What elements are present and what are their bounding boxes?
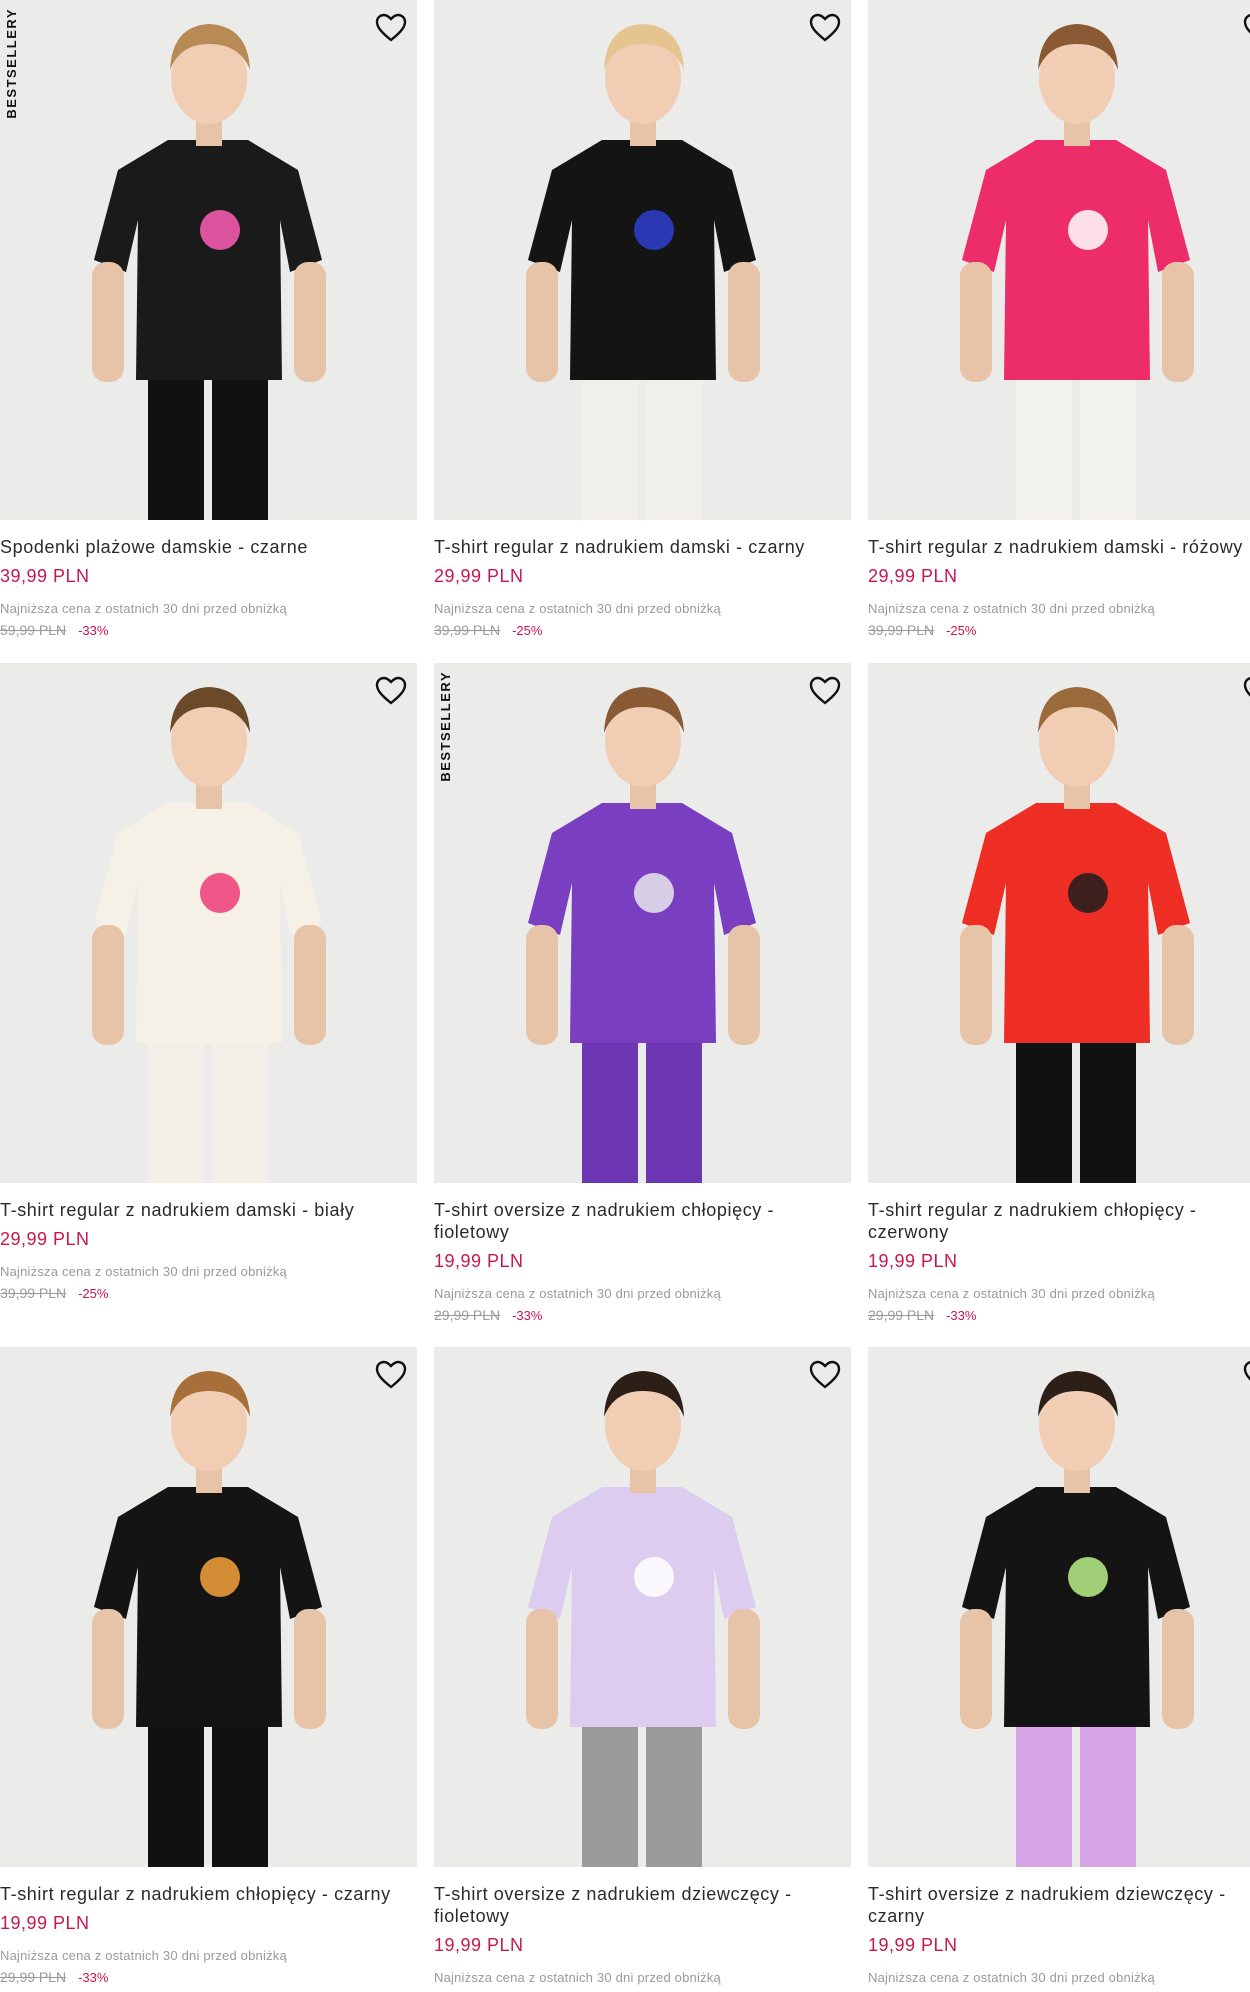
discount-badge: -33% [946,1308,977,1323]
product-photo[interactable] [868,1347,1250,1867]
lowest-price-note: Najniższa cena z ostatnich 30 dni przed … [868,1286,1155,1301]
lowest-price-note: Najniższa cena z ostatnich 30 dni przed … [0,1264,287,1279]
product-title[interactable]: T-shirt regular z nadrukiem damski - cza… [434,536,844,558]
product-title[interactable]: T-shirt regular z nadrukiem damski - bia… [0,1199,410,1221]
lowest-price-note: Najniższa cena z ostatnich 30 dni przed … [868,601,1155,616]
product-card[interactable]: T-shirt oversize z nadrukiem dziewczęcy … [434,1347,851,1985]
product-price: 19,99 PLN [868,1935,958,1955]
product-photo[interactable] [434,0,851,520]
product-price: 19,99 PLN [868,1251,958,1271]
old-price-row: 29,99 PLN -33% [868,1307,1250,1323]
product-image[interactable] [868,1347,1250,1867]
product-image[interactable] [434,1347,851,1867]
product-price: 19,99 PLN [434,1251,524,1271]
lowest-price-note: Najniższa cena z ostatnich 30 dni przed … [434,601,721,616]
lowest-price-note: Najniższa cena z ostatnich 30 dni przed … [868,1970,1155,1985]
product-card[interactable]: T-shirt regular z nadrukiem damski - róż… [868,0,1250,638]
product-title[interactable]: T-shirt oversize z nadrukiem chłopięcy -… [434,1199,844,1243]
old-price: 39,99 PLN [434,622,501,638]
old-price-row: 39,99 PLN -25% [434,622,851,638]
product-card[interactable]: BESTSELLERY T-shirt oversize z nadrukiem… [434,663,851,1323]
old-price: 29,99 PLN [434,1307,501,1323]
product-title[interactable]: T-shirt regular z nadrukiem damski - róż… [868,536,1250,558]
product-price: 19,99 PLN [434,1935,524,1955]
old-price: 39,99 PLN [868,622,935,638]
product-card[interactable]: T-shirt regular z nadrukiem chłopięcy - … [0,1347,417,1985]
product-price: 29,99 PLN [0,1229,90,1249]
product-card[interactable]: T-shirt regular z nadrukiem chłopięcy - … [868,663,1250,1323]
product-price: 19,99 PLN [0,1913,90,1933]
product-card[interactable]: T-shirt regular z nadrukiem damski - cza… [434,0,851,638]
product-photo[interactable] [434,663,851,1183]
wishlist-heart-icon[interactable] [1241,10,1250,46]
old-price: 29,99 PLN [868,1307,935,1323]
product-price: 39,99 PLN [0,566,90,586]
discount-badge: -25% [78,1286,109,1301]
product-photo[interactable] [0,663,417,1183]
wishlist-heart-icon[interactable] [373,673,409,709]
old-price: 29,99 PLN [0,1969,67,1985]
product-photo[interactable] [868,0,1250,520]
product-image[interactable] [0,663,417,1183]
product-image[interactable]: BESTSELLERY [0,0,417,520]
wishlist-heart-icon[interactable] [373,1357,409,1393]
product-photo[interactable] [868,663,1250,1183]
discount-badge: -33% [78,623,109,638]
product-card[interactable]: T-shirt regular z nadrukiem damski - bia… [0,663,417,1301]
product-card[interactable]: BESTSELLERY Spodenki plażowe damskie - c… [0,0,417,638]
product-title[interactable]: T-shirt oversize z nadrukiem dziewczęcy … [434,1883,844,1927]
lowest-price-note: Najniższa cena z ostatnich 30 dni przed … [434,1286,721,1301]
bestseller-badge: BESTSELLERY [4,8,19,119]
product-image[interactable] [434,0,851,520]
old-price-row: 39,99 PLN -25% [0,1285,417,1301]
bestseller-badge: BESTSELLERY [438,671,453,782]
wishlist-heart-icon[interactable] [807,673,843,709]
product-price: 29,99 PLN [434,566,524,586]
product-title[interactable]: T-shirt regular z nadrukiem chłopięcy - … [868,1199,1250,1243]
discount-badge: -25% [512,623,543,638]
old-price-row: 29,99 PLN -33% [0,1969,417,1985]
product-grid: BESTSELLERY Spodenki plażowe damskie - c… [0,0,1250,1992]
wishlist-heart-icon[interactable] [807,10,843,46]
product-title[interactable]: Spodenki plażowe damskie - czarne [0,536,410,558]
wishlist-heart-icon[interactable] [807,1357,843,1393]
product-card[interactable]: T-shirt oversize z nadrukiem dziewczęcy … [868,1347,1250,1985]
product-photo[interactable] [434,1347,851,1867]
discount-badge: -33% [78,1970,109,1985]
discount-badge: -33% [512,1308,543,1323]
product-image[interactable] [0,1347,417,1867]
old-price: 39,99 PLN [0,1285,67,1301]
lowest-price-note: Najniższa cena z ostatnich 30 dni przed … [434,1970,721,1985]
old-price: 59,99 PLN [0,622,67,638]
lowest-price-note: Najniższa cena z ostatnich 30 dni przed … [0,601,287,616]
product-title[interactable]: T-shirt oversize z nadrukiem dziewczęcy … [868,1883,1250,1927]
product-image[interactable] [868,0,1250,520]
product-price: 29,99 PLN [868,566,958,586]
wishlist-heart-icon[interactable] [1241,673,1250,709]
product-image[interactable]: BESTSELLERY [434,663,851,1183]
wishlist-heart-icon[interactable] [373,10,409,46]
old-price-row: 39,99 PLN -25% [868,622,1250,638]
product-image[interactable] [868,663,1250,1183]
discount-badge: -25% [946,623,977,638]
lowest-price-note: Najniższa cena z ostatnich 30 dni przed … [0,1948,287,1963]
old-price-row: 29,99 PLN -33% [434,1307,851,1323]
product-photo[interactable] [0,1347,417,1867]
wishlist-heart-icon[interactable] [1241,1357,1250,1393]
product-photo[interactable] [0,0,417,520]
product-title[interactable]: T-shirt regular z nadrukiem chłopięcy - … [0,1883,410,1905]
old-price-row: 59,99 PLN -33% [0,622,417,638]
